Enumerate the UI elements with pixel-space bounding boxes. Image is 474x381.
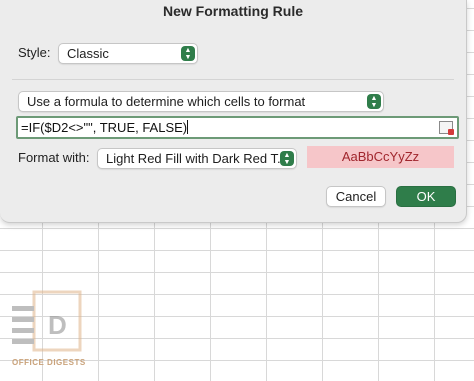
section-divider bbox=[12, 79, 454, 80]
formula-input[interactable]: =IF($D2<>"", TRUE, FALSE) bbox=[16, 116, 459, 139]
rule-type-popup-value: Use a formula to determine which cells t… bbox=[27, 94, 306, 109]
format-popup-value: Light Red Fill with Dark Red T... bbox=[106, 151, 288, 166]
format-preview: AaBbCcYyZz bbox=[307, 146, 454, 168]
new-formatting-rule-dialog: New Formatting Rule Style: Classic ▲ ▼ Us… bbox=[0, 0, 467, 223]
style-popup-value: Classic bbox=[67, 46, 109, 61]
range-select-icon[interactable] bbox=[439, 121, 454, 135]
watermark-text: OFFICE DIGESTS bbox=[12, 358, 86, 367]
svg-text:D: D bbox=[48, 310, 67, 340]
chevron-updown-icon: ▲ ▼ bbox=[181, 46, 195, 61]
chevron-updown-icon: ▲ ▼ bbox=[280, 151, 294, 166]
format-popup[interactable]: Light Red Fill with Dark Red T... ▲ ▼ bbox=[97, 148, 297, 169]
style-popup[interactable]: Classic ▲ ▼ bbox=[58, 43, 198, 64]
text-cursor bbox=[187, 120, 189, 134]
style-label: Style: bbox=[18, 45, 51, 60]
cancel-button[interactable]: Cancel bbox=[326, 186, 386, 207]
rule-type-popup[interactable]: Use a formula to determine which cells t… bbox=[18, 91, 384, 112]
format-with-label: Format with: bbox=[18, 150, 90, 165]
formula-text: =IF($D2<>"", TRUE, FALSE) bbox=[21, 120, 188, 135]
dialog-title: New Formatting Rule bbox=[162, 3, 303, 19]
ok-button[interactable]: OK bbox=[396, 186, 456, 207]
chevron-updown-icon: ▲ ▼ bbox=[367, 94, 381, 109]
